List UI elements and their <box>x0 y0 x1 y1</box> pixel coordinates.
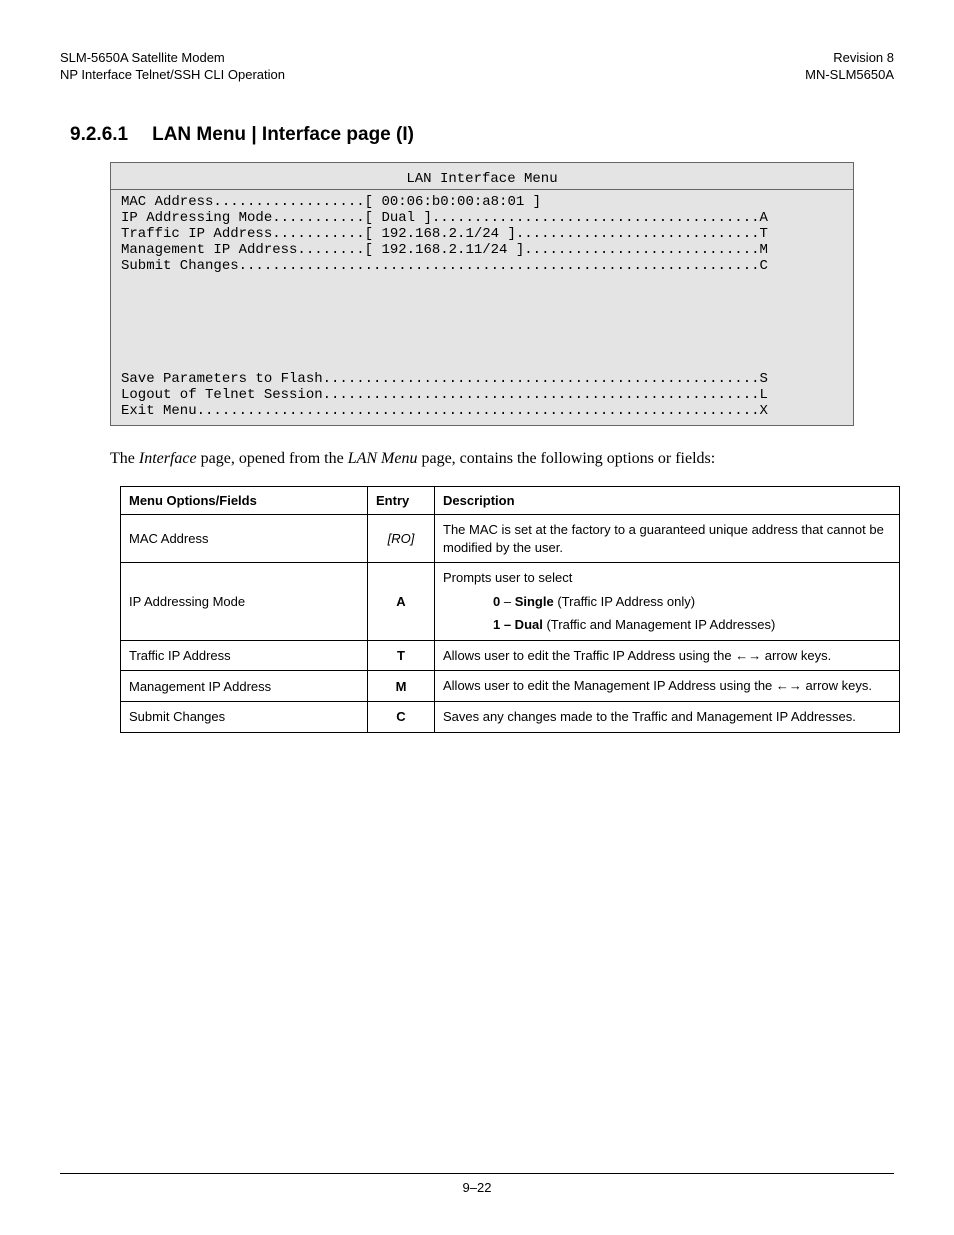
doc-id: MN-SLM5650A <box>805 67 894 84</box>
section-number: 9.2.6.1 <box>70 124 128 146</box>
revision-label: Revision 8 <box>805 50 894 67</box>
doc-section-name: NP Interface Telnet/SSH CLI Operation <box>60 67 285 84</box>
desc-text: The MAC is set at the factory to a guara… <box>443 521 891 556</box>
entry-cell: A <box>368 563 435 641</box>
entry-cell: M <box>368 671 435 702</box>
desc-cell: Allows user to edit the Management IP Ad… <box>435 671 900 702</box>
intro-italic-1: Interface <box>139 450 197 467</box>
entry-cell: T <box>368 640 435 671</box>
field-cell: Submit Changes <box>121 702 368 733</box>
header-left: SLM-5650A Satellite Modem NP Interface T… <box>60 50 285 84</box>
page-footer: 9–22 <box>60 1173 894 1195</box>
terminal-screenshot: LAN Interface Menu MAC Address..........… <box>110 162 854 426</box>
section-title: LAN Menu | Interface page (I) <box>152 124 414 145</box>
desc-prompt: Prompts user to select <box>443 569 891 587</box>
desc-option-0: 0 – Single (Traffic IP Address only) <box>443 593 891 611</box>
table-row: Submit Changes C Saves any changes made … <box>121 702 900 733</box>
options-table: Menu Options/Fields Entry Description MA… <box>120 486 900 732</box>
col-header-field: Menu Options/Fields <box>121 487 368 515</box>
page-header: SLM-5650A Satellite Modem NP Interface T… <box>60 50 894 84</box>
table-row: Management IP Address M Allows user to e… <box>121 671 900 702</box>
header-right: Revision 8 MN-SLM5650A <box>805 50 894 84</box>
left-right-arrow-icon: ←→ <box>735 648 761 663</box>
product-name: SLM-5650A Satellite Modem <box>60 50 285 67</box>
intro-pre: The <box>110 450 139 467</box>
desc-option-1: 1 – Dual (Traffic and Management IP Addr… <box>443 616 891 634</box>
table-header-row: Menu Options/Fields Entry Description <box>121 487 900 515</box>
intro-mid: page, opened from the <box>197 450 348 467</box>
desc-cell: Allows user to edit the Traffic IP Addre… <box>435 640 900 671</box>
document-page: SLM-5650A Satellite Modem NP Interface T… <box>0 0 954 1235</box>
desc-cell: Prompts user to select 0 – Single (Traff… <box>435 563 900 641</box>
field-cell: Traffic IP Address <box>121 640 368 671</box>
entry-cell: [RO] <box>368 515 435 563</box>
col-header-desc: Description <box>435 487 900 515</box>
field-cell: IP Addressing Mode <box>121 563 368 641</box>
left-right-arrow-icon: ←→ <box>776 678 802 693</box>
terminal-title: LAN Interface Menu <box>111 165 853 189</box>
terminal-body: MAC Address..................[ 00:06:b0:… <box>111 189 853 423</box>
intro-paragraph: The Interface page, opened from the LAN … <box>110 450 844 468</box>
field-cell: Management IP Address <box>121 671 368 702</box>
field-cell: MAC Address <box>121 515 368 563</box>
page-number: 9–22 <box>463 1180 492 1195</box>
table-row: Traffic IP Address T Allows user to edit… <box>121 640 900 671</box>
table-row: MAC Address [RO] The MAC is set at the f… <box>121 515 900 563</box>
col-header-entry: Entry <box>368 487 435 515</box>
desc-cell: The MAC is set at the factory to a guara… <box>435 515 900 563</box>
section-heading: 9.2.6.1 LAN Menu | Interface page (I) <box>60 124 894 146</box>
intro-italic-2: LAN Menu <box>348 450 418 467</box>
intro-post: page, contains the following options or … <box>417 450 715 467</box>
table-row: IP Addressing Mode A Prompts user to sel… <box>121 563 900 641</box>
entry-cell: C <box>368 702 435 733</box>
desc-cell: Saves any changes made to the Traffic an… <box>435 702 900 733</box>
